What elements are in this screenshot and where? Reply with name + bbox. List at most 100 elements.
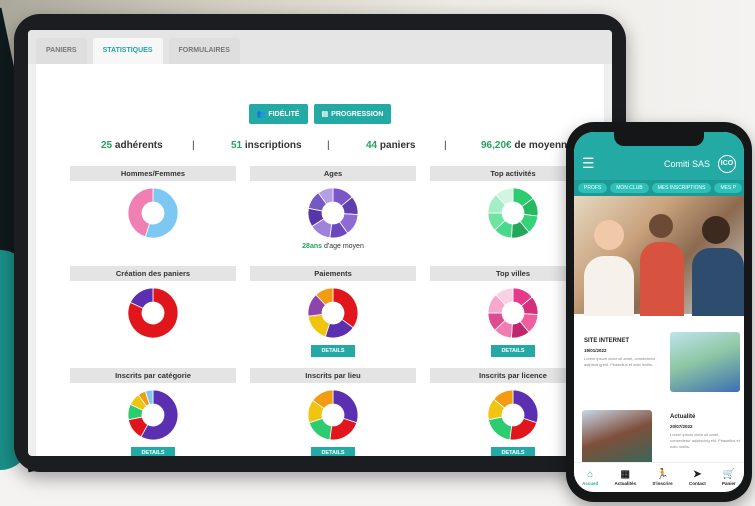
pill-profs[interactable]: PROFS — [578, 183, 608, 193]
stat-separator: | — [192, 140, 195, 151]
inscriptions-count: 51 — [231, 140, 243, 151]
panel-title: Inscrits par lieu — [250, 368, 416, 383]
donut-segment — [307, 313, 331, 338]
nav-panier[interactable]: 🛒 Panier — [722, 469, 736, 486]
donut-chart — [487, 187, 539, 239]
panel-title: Paiements — [250, 266, 416, 281]
details-button[interactable]: DETAILS — [311, 345, 355, 357]
hero-photo — [574, 196, 744, 316]
run-icon: 🏃 — [656, 469, 669, 480]
panel-hommes-femmes: Hommes/Femmes — [70, 166, 236, 241]
category-pills: PROFS MON CLUB MES INSCRIPTIONS MES P — [574, 180, 744, 196]
donut-chart — [487, 389, 539, 441]
fidelite-button[interactable]: 👥 FIDÉLITÉ — [248, 104, 308, 124]
news-image — [670, 332, 740, 392]
filter-buttons: 👥 FIDÉLITÉ ▤ PROGRESSION — [36, 104, 604, 124]
send-icon: ➤ — [693, 469, 702, 480]
inscriptions-label: inscriptions — [244, 140, 302, 151]
donut-segment — [487, 416, 513, 441]
news-text: Lorem ipsum dolor sit amet, consectetur … — [670, 432, 740, 449]
panel-paiements: Paiements DETAILS — [250, 266, 416, 357]
stat-paniers: 44 paniers — [366, 140, 415, 151]
news-title: Actualité — [670, 414, 696, 420]
progression-label: PROGRESSION — [331, 110, 384, 118]
home-icon: ⌂ — [587, 469, 594, 480]
tablet-screen: PANIERS STATISTIQUES FORMULAIRES 👥 FIDÉL… — [28, 30, 612, 456]
ages-caption: 28ans d'age moyen — [250, 243, 416, 250]
stat-inscriptions: 51 inscriptions — [231, 140, 302, 151]
nav-label: S'inscrire — [652, 481, 673, 486]
details-button[interactable]: DETAILS — [131, 447, 175, 456]
nav-contact[interactable]: ➤ Contact — [689, 469, 706, 486]
news-image — [582, 410, 652, 470]
tab-statistiques[interactable]: STATISTIQUES — [92, 38, 163, 64]
donut-chart — [127, 187, 179, 239]
paniers-label: paniers — [379, 140, 416, 151]
statistics-content: 👥 FIDÉLITÉ ▤ PROGRESSION 25 adhérents | … — [36, 64, 604, 456]
photo-head — [702, 216, 730, 244]
donut-chart — [127, 287, 179, 339]
panel-title: Ages — [250, 166, 416, 181]
panel-title: Inscrits par catégorie — [70, 368, 236, 383]
news-item[interactable]: SITE INTERNET 19/01/2022 Lorem ipsum dol… — [574, 328, 744, 394]
progression-button[interactable]: ▤ PROGRESSION — [313, 104, 392, 124]
photo-head — [594, 220, 624, 250]
average-age: 28ans — [302, 243, 323, 250]
fidelite-label: FIDÉLITÉ — [268, 110, 300, 118]
nav-sinscrire[interactable]: 🏃 S'inscrire — [652, 469, 672, 486]
news-icon: ▦ — [620, 469, 630, 480]
bottom-nav: ⌂ Accueil ▦ Actualités 🏃 S'inscrire ➤ Co… — [574, 462, 744, 492]
nav-label: Accueil — [582, 481, 599, 486]
donut-chart — [127, 389, 179, 441]
moyenne-value: 96,20€ — [481, 140, 512, 151]
menu-icon[interactable]: ☰ — [582, 156, 595, 170]
panel-ages: Ages 28ans d'age moyen — [250, 166, 416, 250]
donut-segment — [512, 389, 539, 424]
adherents-label: adhérents — [114, 140, 163, 151]
panel-inscrits-categorie: Inscrits par catégorie DETAILS — [70, 368, 236, 456]
news-text: Lorem ipsum dolor sit amet, consectetur … — [584, 356, 656, 367]
details-button[interactable]: DETAILS — [311, 447, 355, 456]
details-button[interactable]: DETAILS — [491, 345, 535, 357]
news-date: 20/07/2022 — [670, 424, 693, 429]
chart-icon: ▤ — [321, 111, 329, 118]
brand-name: Comiti SAS — [663, 159, 710, 169]
panel-inscrits-lieu: Inscrits par lieu DETAILS — [250, 368, 416, 456]
pill-mes-p[interactable]: MES P — [714, 183, 742, 193]
photo-person — [692, 248, 744, 316]
news-date: 19/01/2022 — [584, 348, 607, 353]
pill-mon-club[interactable]: MON CLUB — [610, 183, 649, 193]
news-title: SITE INTERNET — [584, 338, 630, 344]
tablet-device: PANIERS STATISTIQUES FORMULAIRES 👥 FIDÉL… — [14, 14, 626, 472]
stat-moyenne: 96,20€ de moyenne — [481, 140, 573, 151]
donut-segment — [509, 417, 538, 441]
donut-segment — [332, 389, 359, 424]
pill-mes-inscriptions[interactable]: MES INSCRIPTIONS — [651, 183, 712, 193]
adherents-count: 25 — [101, 140, 113, 151]
details-button[interactable]: DETAILS — [491, 447, 535, 456]
phone-screen: ☰ Comiti SAS ICO PROFS MON CLUB MES INSC… — [574, 132, 744, 492]
phone-notch — [614, 132, 704, 146]
donut-chart — [307, 389, 359, 441]
tab-formulaires[interactable]: FORMULAIRES — [168, 38, 240, 64]
tab-paniers[interactable]: PANIERS — [36, 38, 87, 64]
donut-chart — [307, 287, 359, 339]
nav-actualites[interactable]: ▦ Actualités — [614, 469, 636, 486]
stat-adherents: 25 adhérents — [101, 140, 163, 151]
donut-chart — [307, 187, 359, 239]
panel-title: Création des paniers — [70, 266, 236, 281]
donut-chart — [487, 287, 539, 339]
nav-label: Actualités — [614, 481, 636, 486]
stat-separator: | — [327, 140, 330, 151]
moyenne-label: de moyenne — [514, 140, 573, 151]
summary-stats: 25 adhérents | 51 inscriptions | 44 pani… — [36, 140, 604, 160]
nav-accueil[interactable]: ⌂ Accueil — [582, 469, 598, 486]
cart-icon: 🛒 — [722, 469, 736, 480]
users-icon: 👥 — [256, 111, 266, 118]
panel-title: Hommes/Femmes — [70, 166, 236, 181]
panel-creation-paniers: Création des paniers — [70, 266, 236, 341]
photo-person — [640, 242, 684, 316]
average-age-label: d'age moyen — [323, 243, 364, 250]
photo-head — [649, 214, 673, 238]
phone-device: ☰ Comiti SAS ICO PROFS MON CLUB MES INSC… — [566, 122, 752, 502]
